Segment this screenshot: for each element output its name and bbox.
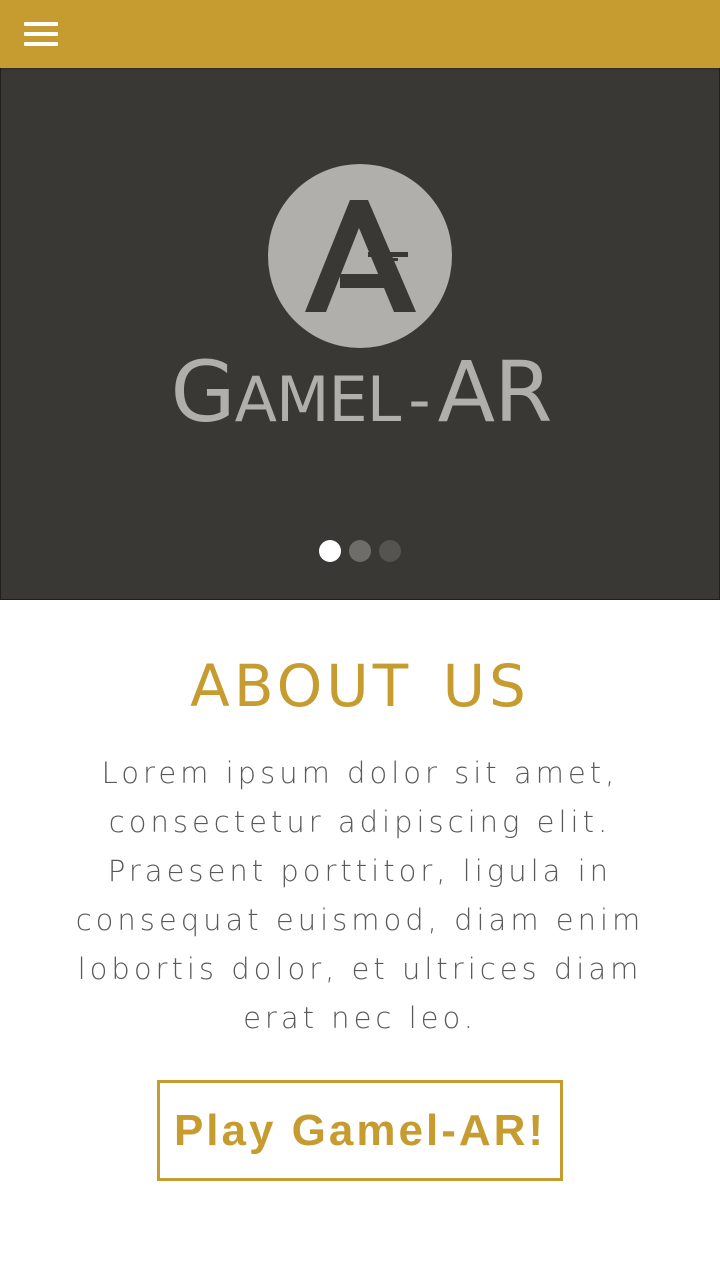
- logo-wordmark: GAMEL -AR: [170, 343, 553, 441]
- carousel-dot-1[interactable]: [319, 540, 341, 562]
- top-app-bar: [0, 0, 720, 68]
- about-body-text: Lorem ipsum dolor sit amet, consectetur …: [75, 756, 645, 1035]
- hamburger-menu-icon: [24, 22, 58, 26]
- about-title: ABOUT US: [190, 652, 530, 720]
- play-button-label: Play Gamel-AR!: [173, 1106, 547, 1155]
- carousel-dot-3[interactable]: [379, 540, 401, 562]
- carousel-indicators: [319, 540, 405, 564]
- logo-emblem: [268, 164, 452, 348]
- menu-button[interactable]: [16, 12, 66, 58]
- hero-carousel[interactable]: GAMEL -AR: [0, 68, 720, 600]
- play-button[interactable]: Play Gamel-AR!: [157, 1080, 563, 1181]
- carousel-dot-2[interactable]: [349, 540, 371, 562]
- logo-a-icon: [305, 200, 416, 312]
